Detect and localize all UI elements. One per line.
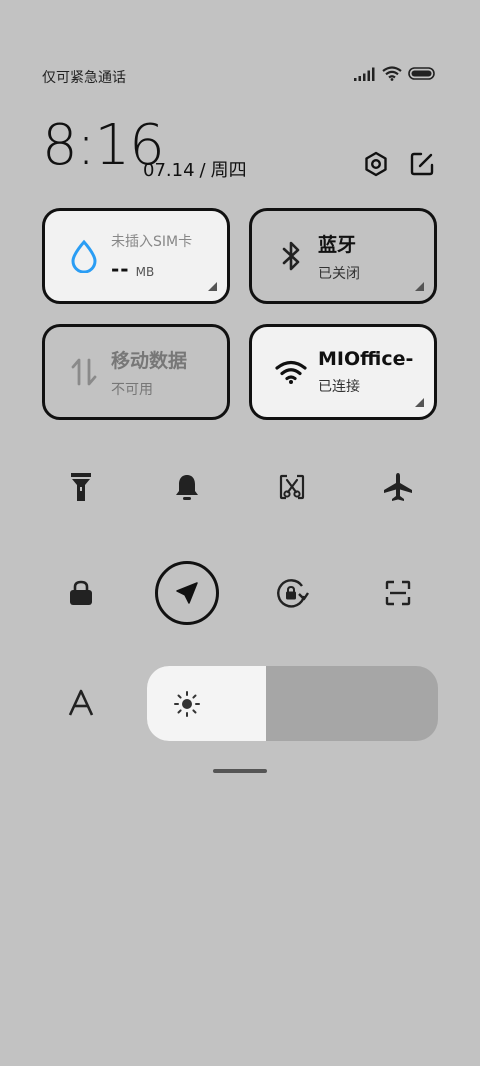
bluetooth-tile[interactable]: 蓝牙 已关闭: [249, 208, 437, 304]
mobile-data-label: 移动数据: [111, 349, 188, 372]
date-text: 07.14: [143, 160, 195, 181]
lock-icon: [70, 580, 92, 605]
wifi-icon: [382, 66, 402, 81]
battery-icon: [408, 67, 435, 80]
location-icon: [176, 582, 198, 604]
clock-date: 07.14/周四: [143, 156, 247, 182]
bluetooth-icon: [274, 239, 308, 273]
location-toggle[interactable]: [155, 561, 219, 625]
weekday-text: 周四: [210, 160, 247, 181]
date-separator: /: [199, 160, 206, 181]
panel-drag-handle[interactable]: [213, 769, 267, 773]
data-usage-value: --: [111, 257, 130, 281]
bluetooth-label: 蓝牙: [318, 233, 357, 256]
bluetooth-status: 已关闭: [318, 265, 360, 282]
airplane-icon: [384, 473, 412, 501]
tile-expand-corner: [415, 398, 424, 407]
edit-button[interactable]: [406, 148, 438, 180]
airplane-toggle[interactable]: [366, 455, 430, 519]
scanner-toggle[interactable]: [366, 561, 430, 625]
data-usage-tile[interactable]: 未插入SIM卡 -- MB: [42, 208, 230, 304]
edit-icon: [410, 152, 434, 176]
water-drop-icon: [67, 239, 101, 273]
sun-icon: [173, 690, 201, 722]
signal-icon: [354, 67, 375, 81]
screenshot-toggle[interactable]: [260, 455, 324, 519]
brightness-slider[interactable]: [147, 666, 438, 741]
data-usage-unit: MB: [135, 265, 155, 279]
settings-button[interactable]: [360, 148, 392, 180]
status-icons: [354, 66, 436, 81]
settings-icon: [365, 151, 387, 177]
rotation-lock-icon: [277, 579, 309, 608]
wifi-status: 已连接: [318, 379, 360, 395]
status-carrier-text: 仅可紧急通话: [42, 70, 126, 86]
auto-brightness-button[interactable]: [49, 671, 113, 735]
brightness-fill: [147, 666, 267, 741]
sim-status-label: 未插入SIM卡: [111, 234, 193, 250]
mobile-data-status: 不可用: [111, 381, 153, 398]
flashlight-toggle[interactable]: [49, 455, 113, 519]
scan-icon: [385, 580, 411, 606]
wifi-icon: [274, 355, 308, 389]
wifi-network-name: MIOffice-: [318, 348, 414, 370]
mute-toggle[interactable]: [155, 455, 219, 519]
mobile-data-tile[interactable]: 移动数据 不可用: [42, 324, 230, 420]
flashlight-icon: [71, 473, 91, 501]
tile-expand-corner: [415, 282, 424, 291]
tile-expand-corner: [208, 282, 217, 291]
mobile-data-icon: [67, 355, 101, 389]
wifi-tile[interactable]: MIOffice- 已连接: [249, 324, 437, 420]
lock-screen-toggle[interactable]: [49, 561, 113, 625]
screenshot-icon: [279, 474, 305, 500]
bell-icon: [176, 475, 198, 500]
rotation-lock-toggle[interactable]: [260, 561, 324, 625]
font-a-icon: [68, 689, 94, 716]
